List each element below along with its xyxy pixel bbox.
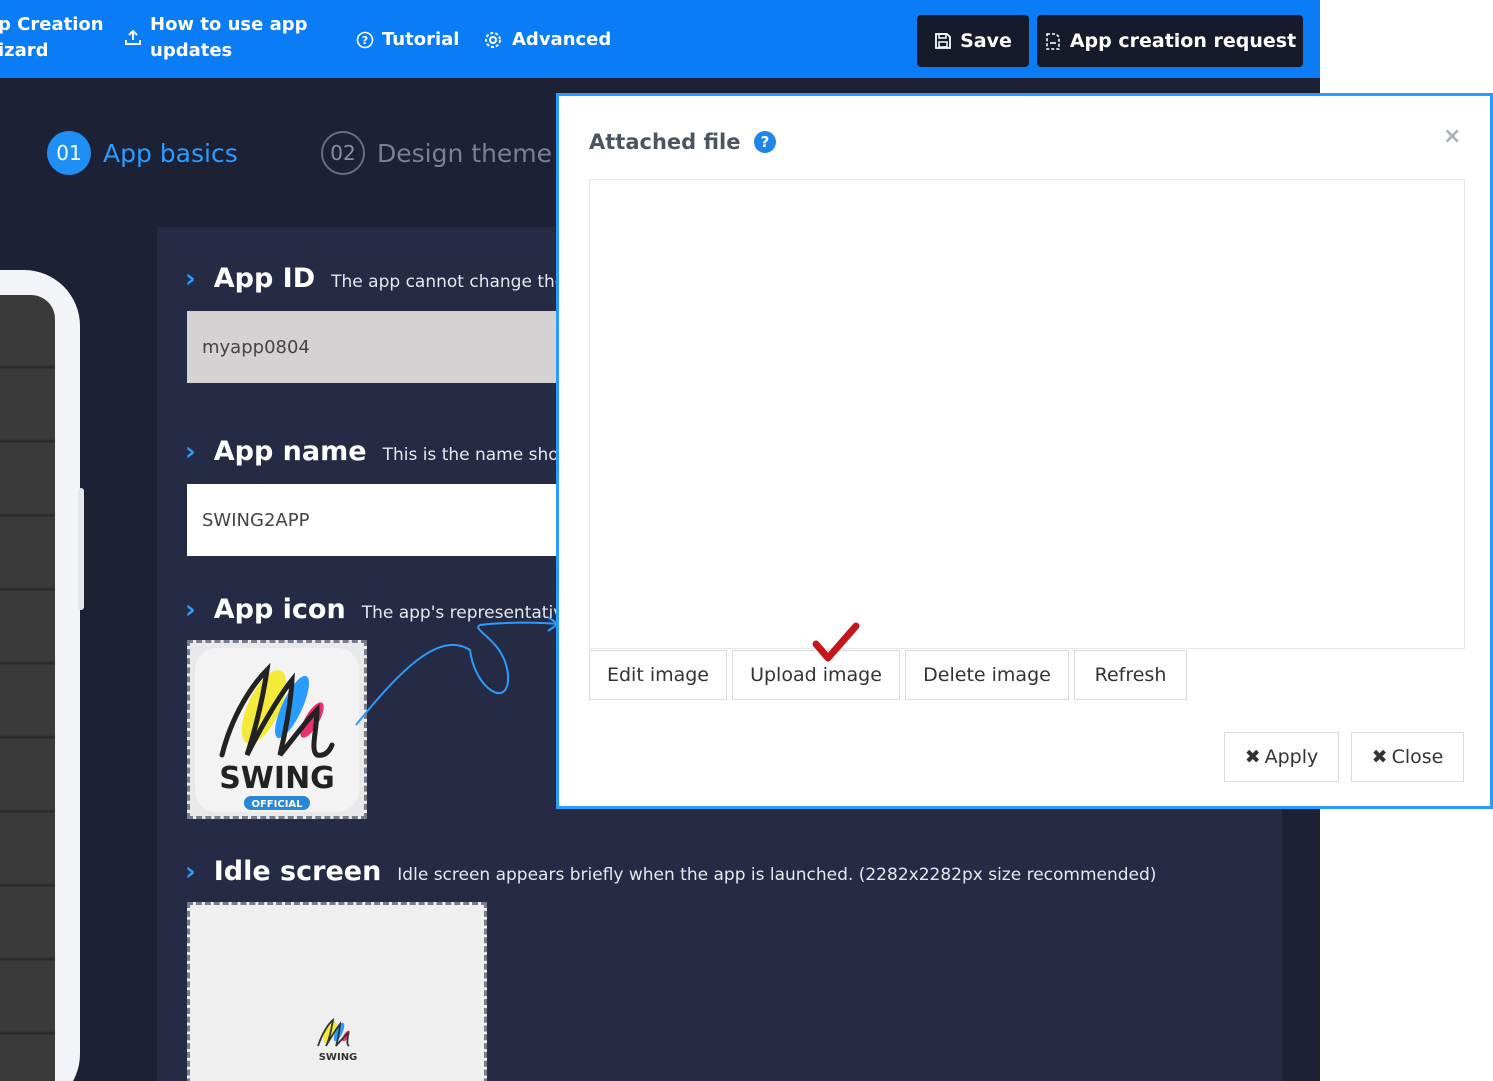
nav-tutorial[interactable]: ? Tutorial [356, 27, 459, 53]
chevron-right-icon: › [185, 595, 196, 625]
step-number: 02 [321, 131, 365, 175]
app-id-field: myapp0804 [187, 311, 607, 383]
app-name-field[interactable]: SWING2APP [187, 484, 607, 556]
checkmark-annotation-icon [812, 622, 860, 662]
nav-wizard-label: p Creation izard [0, 14, 104, 61]
svg-text:?: ? [760, 133, 769, 151]
attached-file-modal: Attached file ? × Edit image Upload imag… [556, 93, 1493, 809]
swing-small-logo: SWING [317, 1017, 358, 1063]
app-id-heading: › App ID The app cannot change the u [185, 263, 581, 294]
nav-updates-label: How to use app updates [150, 14, 308, 61]
close-button[interactable]: ✖ Close [1351, 732, 1464, 782]
gear-icon [485, 32, 501, 48]
modal-title: Attached file ? [589, 130, 777, 154]
idle-screen-label: Idle screen [213, 856, 382, 887]
chevron-right-icon: › [185, 857, 196, 887]
modal-title-text: Attached file [589, 130, 741, 154]
chevron-right-icon: › [185, 437, 196, 467]
app-icon-description: The app's representative [361, 603, 574, 623]
nav-advanced[interactable]: Advanced [482, 27, 611, 53]
nav-app-updates[interactable]: How to use app updates [124, 12, 324, 64]
x-icon: ✖ [1371, 746, 1388, 768]
nav-tutorial-label: Tutorial [382, 29, 460, 50]
logo-badge: OFFICIAL [251, 799, 303, 810]
apply-label: Apply [1264, 746, 1319, 768]
logo-text: SWING [219, 761, 335, 796]
close-label: Close [1391, 746, 1444, 768]
idle-screen-description: Idle screen appears briefly when the app… [397, 865, 1157, 885]
step-app-basics[interactable]: 01 App basics [47, 131, 238, 175]
app-id-label: App ID [213, 263, 316, 294]
app-name-description: This is the name shown [382, 445, 584, 465]
x-icon: ✖ [1244, 746, 1261, 768]
help-circle-icon[interactable]: ? [753, 130, 777, 154]
app-icon-label: App icon [213, 594, 346, 625]
delete-image-button[interactable]: Delete image [905, 650, 1069, 700]
refresh-button[interactable]: Refresh [1074, 650, 1187, 700]
save-button[interactable]: Save [917, 15, 1029, 67]
help-circle-icon: ? [356, 31, 374, 49]
step-design-theme[interactable]: 02 Design theme [321, 131, 552, 175]
idle-screen-upload-area[interactable]: SWING [187, 902, 487, 1081]
step-label: Design theme [377, 138, 553, 168]
top-nav-bar: p Creation izard How to use app updates … [0, 0, 1320, 78]
save-label: Save [960, 30, 1012, 52]
floppy-disk-icon [935, 33, 952, 49]
upload-icon [125, 29, 141, 45]
app-name-label: App name [213, 436, 367, 467]
nav-app-creation-wizard[interactable]: p Creation izard [0, 12, 108, 64]
step-number: 01 [47, 131, 91, 175]
app-id-description: The app cannot change the u [331, 272, 582, 292]
image-preview-area [589, 179, 1465, 649]
idle-screen-heading: › Idle screen Idle screen appears briefl… [185, 856, 1156, 887]
app-name-heading: › App name This is the name shown [185, 436, 583, 467]
app-creation-request-button[interactable]: App creation request [1037, 15, 1303, 67]
chevron-right-icon: › [185, 264, 196, 294]
app-icon-heading: › App icon The app's representative [185, 594, 574, 625]
swing-logo: SWING OFFICIAL [195, 647, 359, 812]
nav-advanced-label: Advanced [512, 29, 612, 50]
request-label: App creation request [1069, 30, 1297, 52]
idle-logo-text: SWING [319, 1052, 358, 1063]
step-label: App basics [103, 138, 238, 168]
edit-image-button[interactable]: Edit image [589, 650, 727, 700]
apply-button[interactable]: ✖ Apply [1224, 732, 1339, 782]
svg-text:?: ? [362, 34, 368, 47]
phone-side-button [78, 488, 84, 610]
phone-preview-screen [0, 295, 55, 1081]
close-icon[interactable]: × [1443, 124, 1461, 149]
app-icon-upload-area[interactable]: SWING OFFICIAL [187, 640, 367, 819]
document-request-icon [1046, 33, 1060, 50]
